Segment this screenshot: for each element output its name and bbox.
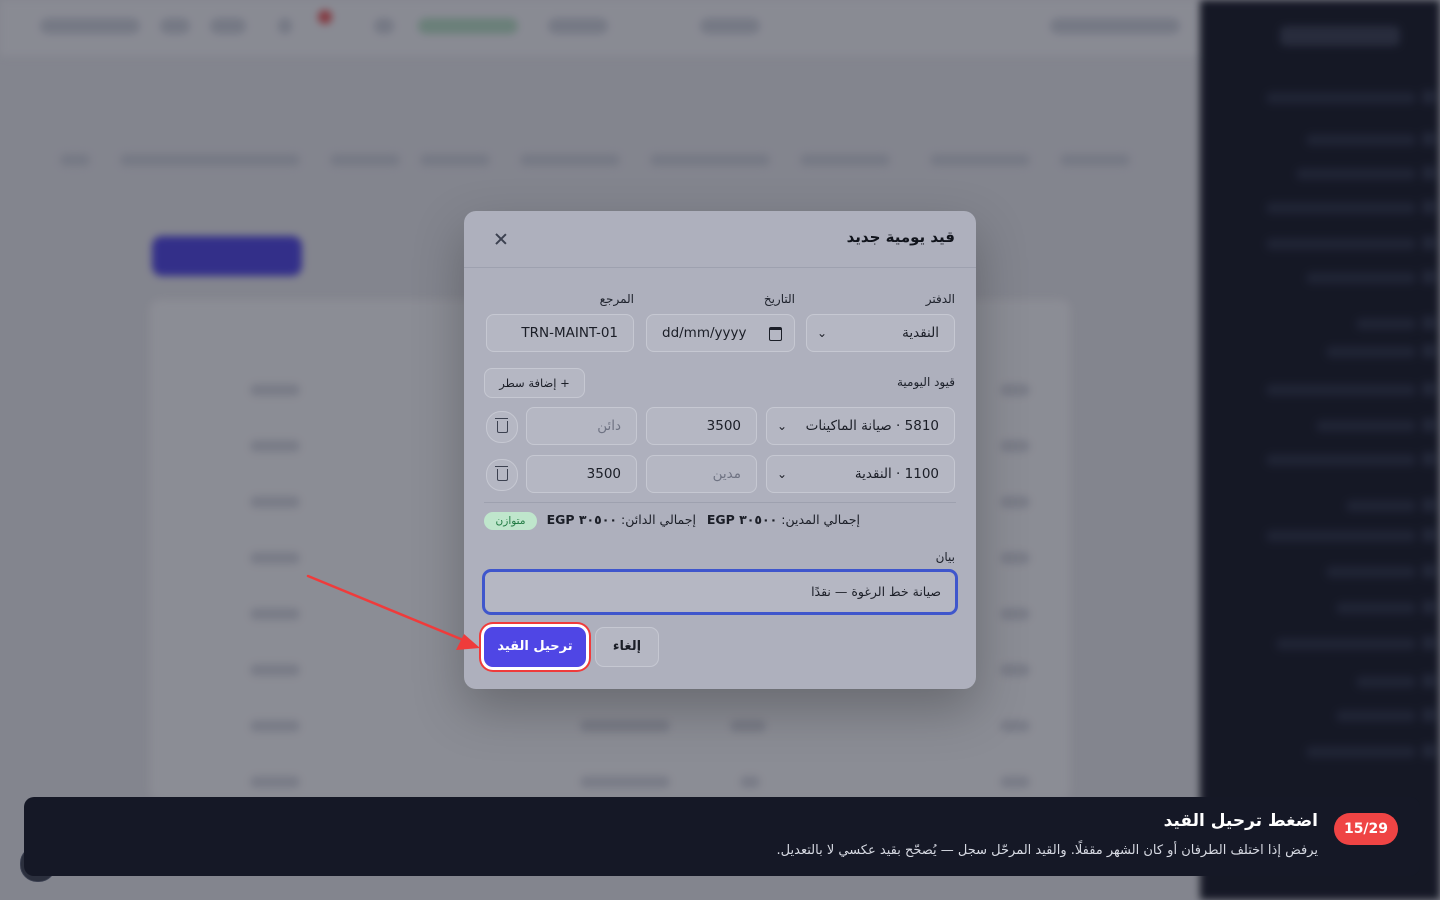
tour-tooltip-bar: 15/29 اضغط ترحيل القيد يرفض إذا اختلف ال…	[24, 797, 1420, 876]
total-debit-label: إجمالي المدين:	[781, 512, 860, 527]
line-1-credit-placeholder: دائن	[597, 418, 621, 434]
post-entry-button[interactable]: ترحيل القيد	[484, 627, 586, 667]
memo-value: صيانة خط الرغوة — نقدًا	[811, 584, 941, 599]
memo-input[interactable]: صيانة خط الرغوة — نقدًا	[482, 569, 958, 615]
divider	[484, 502, 956, 503]
reference-value: TRN-MAINT-01	[521, 325, 618, 341]
reference-input[interactable]: TRN-MAINT-01	[486, 314, 634, 352]
reference-label: المرجع	[599, 292, 634, 306]
total-credit: إجمالي الدائن: EGP ٣٠٥٠٠	[547, 512, 696, 527]
close-icon[interactable]	[492, 231, 510, 249]
tour-description: يرفض إذا اختلف الطرفان أو كان الشهر مقفل…	[776, 843, 1318, 858]
balanced-badge: متوازن	[484, 512, 537, 530]
date-label: التاريخ	[763, 292, 795, 306]
add-line-button[interactable]: + إضافة سطر	[484, 368, 585, 398]
line-1-account: 5810 · صيانة الماكينات	[805, 418, 939, 434]
cancel-button[interactable]: إلغاء	[595, 627, 659, 667]
chevron-down-icon: ⌄	[817, 326, 828, 340]
total-credit-label: إجمالي الدائن:	[621, 512, 696, 527]
chevron-down-icon: ⌄	[777, 467, 788, 481]
line-1-debit-input[interactable]: 3500	[646, 407, 757, 445]
line-1-delete-button[interactable]	[486, 411, 518, 443]
trash-icon	[495, 466, 508, 481]
calendar-icon[interactable]	[769, 327, 782, 341]
date-input[interactable]: dd/mm/yyyy	[646, 314, 795, 352]
line-2-debit-input[interactable]: مدين	[646, 455, 757, 493]
dialog-title: قيد يومية جديد	[846, 228, 955, 246]
line-2-credit: 3500	[586, 466, 621, 482]
journal-label: الدفتر	[925, 292, 955, 306]
tour-pointer-arrow	[306, 574, 480, 650]
journal-select-value: النقدية	[902, 325, 939, 341]
date-placeholder: dd/mm/yyyy	[662, 325, 747, 341]
tour-title: اضغط ترحيل القيد	[1163, 811, 1318, 831]
line-2-credit-input[interactable]: 3500	[526, 455, 637, 493]
chevron-down-icon: ⌄	[777, 419, 788, 433]
dialog-header: قيد يومية جديد	[464, 211, 976, 268]
memo-label: بيان	[935, 550, 955, 564]
line-2-delete-button[interactable]	[486, 459, 518, 491]
line-1-account-select[interactable]: 5810 · صيانة الماكينات ⌄	[766, 407, 955, 445]
new-journal-entry-dialog: قيد يومية جديد الدفتر النقدية ⌄ التاريخ …	[464, 211, 976, 689]
line-2-debit-placeholder: مدين	[712, 466, 741, 482]
total-debit: إجمالي المدين: EGP ٣٠٥٠٠	[707, 512, 860, 527]
line-2-account-select[interactable]: 1100 · النقدية ⌄	[766, 455, 955, 493]
lines-label: قيود اليومية	[896, 375, 955, 389]
trash-icon	[495, 418, 508, 433]
tour-step-counter: 15/29	[1334, 813, 1398, 845]
journal-select[interactable]: النقدية ⌄	[806, 314, 955, 352]
total-credit-value: EGP ٣٠٥٠٠	[546, 512, 618, 527]
line-2-account: 1100 · النقدية	[854, 466, 939, 482]
line-1-credit-input[interactable]: دائن	[526, 407, 637, 445]
total-debit-value: EGP ٣٠٥٠٠	[706, 512, 778, 527]
line-1-debit: 3500	[706, 418, 741, 434]
